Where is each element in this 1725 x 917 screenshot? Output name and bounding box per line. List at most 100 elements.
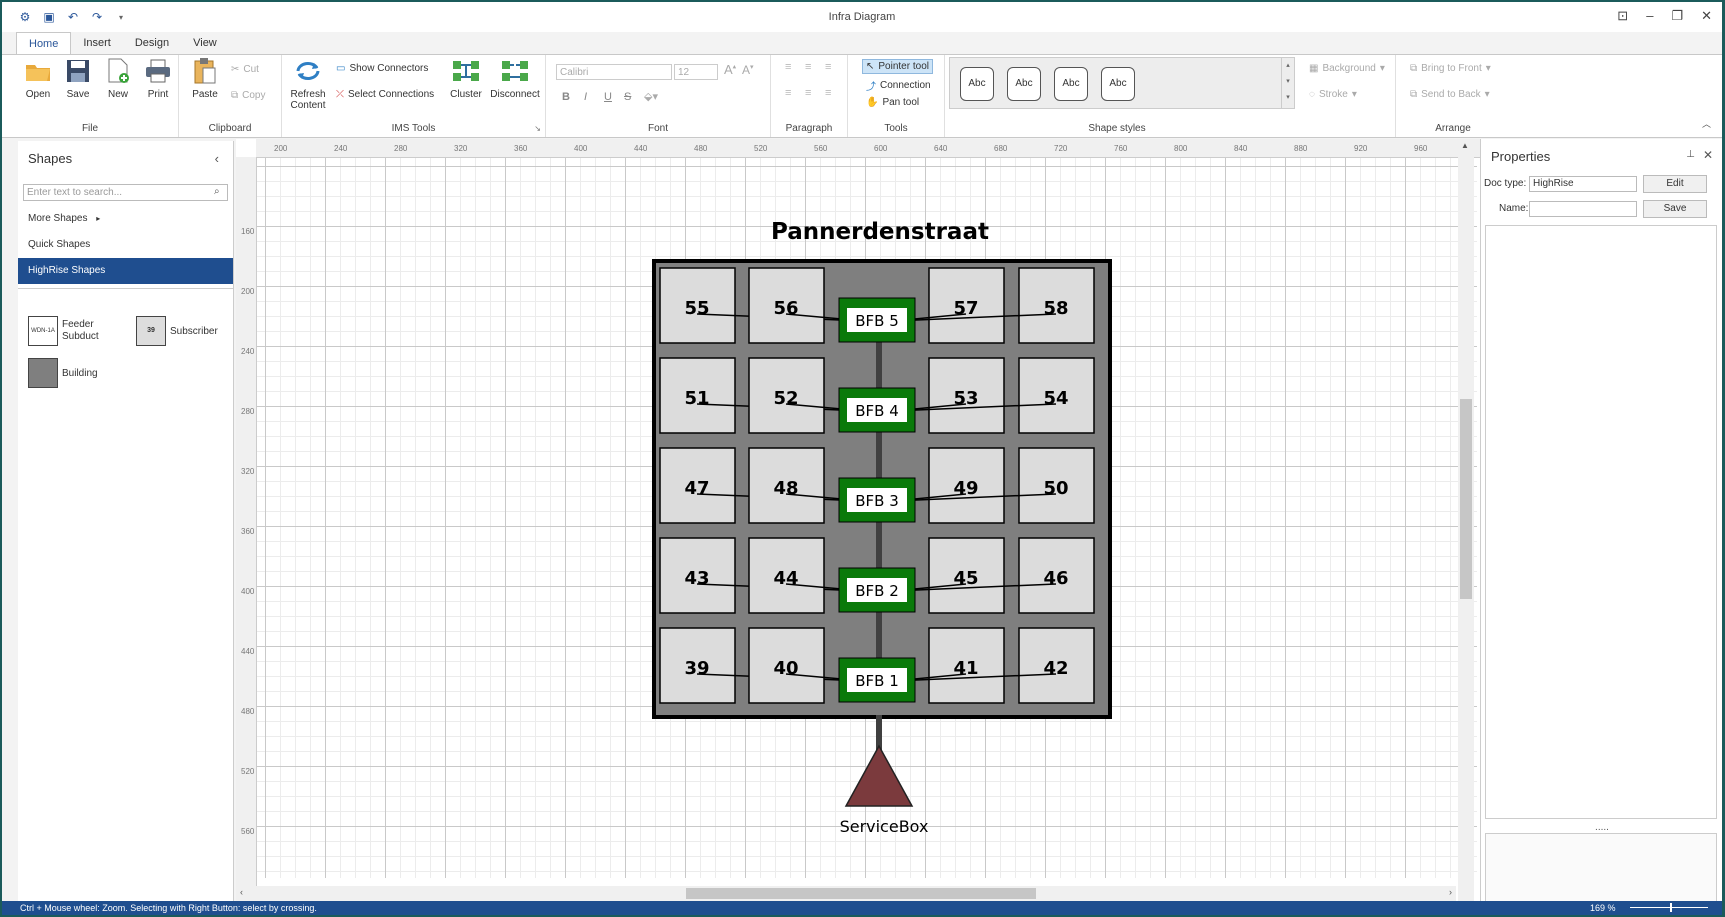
unit-label: 41 <box>953 658 978 679</box>
style-sample-4[interactable]: Abc <box>1101 67 1135 101</box>
underline-button[interactable]: U <box>604 91 612 103</box>
close-panel-icon[interactable]: ✕ <box>1703 148 1713 162</box>
cluster-button[interactable]: Cluster <box>446 57 486 100</box>
bold-button[interactable]: B <box>562 91 570 103</box>
grow-font-icon[interactable]: A▴ <box>724 62 736 77</box>
style-sample-1[interactable]: Abc <box>960 67 994 101</box>
scroll-up-icon[interactable]: ▲ <box>1461 141 1469 150</box>
file-group-label: File <box>81 123 99 134</box>
unit-label: 51 <box>684 388 709 409</box>
bring-to-front-button[interactable]: ⧉ Bring to Front ▾ <box>1410 63 1491 74</box>
gallery-scroll[interactable]: ▴ ▾ ▾ <box>1281 58 1294 108</box>
vertical-scroll-thumb[interactable] <box>1460 399 1472 599</box>
name-select[interactable] <box>1529 201 1637 217</box>
unit-label: 39 <box>684 658 709 679</box>
new-document-icon <box>104 57 132 85</box>
highrise-shapes-item[interactable]: HighRise Shapes <box>18 258 233 284</box>
diagram-canvas[interactable]: 200 240 280 320 360 400 440 480 520 560 … <box>236 139 1480 901</box>
align-top-right-icon[interactable]: ≡ <box>825 61 831 73</box>
style-sample-2[interactable]: Abc <box>1007 67 1041 101</box>
cut-button[interactable]: ✂ Cut <box>231 64 259 75</box>
cluster-icon <box>452 57 480 85</box>
dialog-launcher-icon[interactable]: ↘ <box>534 124 541 133</box>
quick-shapes-item[interactable]: Quick Shapes <box>18 232 233 258</box>
new-button[interactable]: New <box>98 57 138 100</box>
align-top-center-icon[interactable]: ≡ <box>805 61 811 73</box>
paragraph-group-label: Paragraph <box>785 123 833 134</box>
italic-button[interactable]: I <box>584 91 587 103</box>
building-shape[interactable]: Building <box>28 358 98 388</box>
style-sample-3[interactable]: Abc <box>1054 67 1088 101</box>
font-family-select[interactable]: Calibri <box>556 64 672 80</box>
unit-label: 58 <box>1043 298 1068 319</box>
printer-icon <box>144 57 172 85</box>
select-connections-icon: ⤫ <box>336 89 344 100</box>
connectors-icon: ▭ <box>336 63 346 74</box>
align-right-icon[interactable]: ≡ <box>825 87 831 99</box>
scroll-left-icon[interactable]: ‹ <box>240 887 243 897</box>
collapse-ribbon-icon[interactable]: ︿ <box>1702 117 1711 130</box>
send-back-icon: ⧉ <box>1410 89 1418 100</box>
shape-search-input[interactable]: Enter text to search... <box>23 184 228 201</box>
select-connections-button[interactable]: ⤫ Select Connections <box>336 89 434 100</box>
unit-label: 50 <box>1043 478 1068 499</box>
feeder-subduct-shape[interactable]: WDN-1A Feeder Subduct <box>28 316 102 346</box>
restore-icon[interactable]: ❐ <box>1671 8 1683 24</box>
ribbon-display-icon[interactable]: ⊡ <box>1617 8 1628 24</box>
shrink-font-icon[interactable]: A▾ <box>742 63 754 77</box>
tab-view[interactable]: View <box>181 32 229 54</box>
open-button[interactable]: Open <box>18 57 58 100</box>
zoom-slider[interactable] <box>1630 907 1708 908</box>
align-center-icon[interactable]: ≡ <box>805 87 811 99</box>
paste-button[interactable]: Paste <box>185 57 225 100</box>
print-button[interactable]: Print <box>138 57 178 100</box>
scroll-right-icon[interactable]: › <box>1449 887 1452 897</box>
file-group: Open Save New Print File <box>2 55 179 137</box>
horizontal-scroll-thumb[interactable] <box>686 888 1036 899</box>
subscriber-shape[interactable]: 39 Subscriber <box>136 316 218 346</box>
disconnect-icon <box>501 57 529 85</box>
tab-home[interactable]: Home <box>16 32 72 54</box>
title-bar: ⚙ ▣ ↶ ↷ ▾ Infra Diagram ⊡ – ❐ ✕ <box>2 2 1722 32</box>
unit-label: 56 <box>773 298 798 319</box>
strikethrough-button[interactable]: S <box>624 91 631 103</box>
tab-insert[interactable]: Insert <box>71 32 123 54</box>
copy-icon: ⧉ <box>231 90 239 101</box>
property-grid[interactable] <box>1485 225 1717 819</box>
splitter-grip[interactable]: ..... <box>1481 822 1722 833</box>
bfb-label: BFB 2 <box>855 582 899 600</box>
doc-type-select[interactable]: HighRise <box>1529 176 1637 192</box>
edit-button[interactable]: Edit <box>1643 175 1707 193</box>
font-size-select[interactable]: 12 <box>674 64 718 80</box>
more-shapes-item[interactable]: More Shapes ▸ <box>18 206 233 232</box>
close-icon[interactable]: ✕ <box>1701 8 1712 24</box>
clipboard-group-label: Clipboard <box>208 123 252 134</box>
minimize-icon[interactable]: – <box>1646 8 1653 24</box>
collapse-panel-icon[interactable]: ‹ <box>215 151 219 166</box>
font-color-icon[interactable]: ⬙▾ <box>644 90 658 103</box>
horizontal-scrollbar[interactable]: ‹ › <box>236 886 1456 901</box>
save-button[interactable]: Save <box>58 57 98 100</box>
pointer-tool-button[interactable]: ↖ Pointer tool <box>862 59 933 74</box>
show-connectors-button[interactable]: ▭ Show Connectors <box>336 63 428 74</box>
service-box[interactable] <box>844 744 914 807</box>
tab-design[interactable]: Design <box>123 32 181 54</box>
align-left-icon[interactable]: ≡ <box>785 87 791 99</box>
pin-icon[interactable]: ⊥ <box>1686 149 1695 160</box>
align-top-left-icon[interactable]: ≡ <box>785 61 791 73</box>
unit-label: 46 <box>1043 568 1068 589</box>
send-to-back-button[interactable]: ⧉ Send to Back ▾ <box>1410 89 1490 100</box>
stroke-icon: ◌ <box>1309 89 1315 100</box>
save-properties-button[interactable]: Save <box>1643 200 1707 218</box>
connection-tool-button[interactable]: ⤴ Connection <box>866 78 931 93</box>
refresh-content-button[interactable]: Refresh Content <box>286 57 330 111</box>
stroke-button[interactable]: ◌ Stroke ▾ <box>1309 89 1357 100</box>
background-button[interactable]: ▦ Background ▾ <box>1309 63 1385 74</box>
copy-button[interactable]: ⧉ Copy <box>231 90 266 101</box>
disconnect-button[interactable]: Disconnect <box>490 57 540 100</box>
pan-tool-button[interactable]: ✋ Pan tool <box>866 97 919 108</box>
vertical-scrollbar[interactable]: ▲ <box>1458 139 1474 901</box>
ribbon-tabs: Home Insert Design View <box>16 32 229 54</box>
search-icon[interactable]: ⌕ <box>214 186 220 197</box>
zoom-slider-thumb[interactable] <box>1670 903 1672 912</box>
